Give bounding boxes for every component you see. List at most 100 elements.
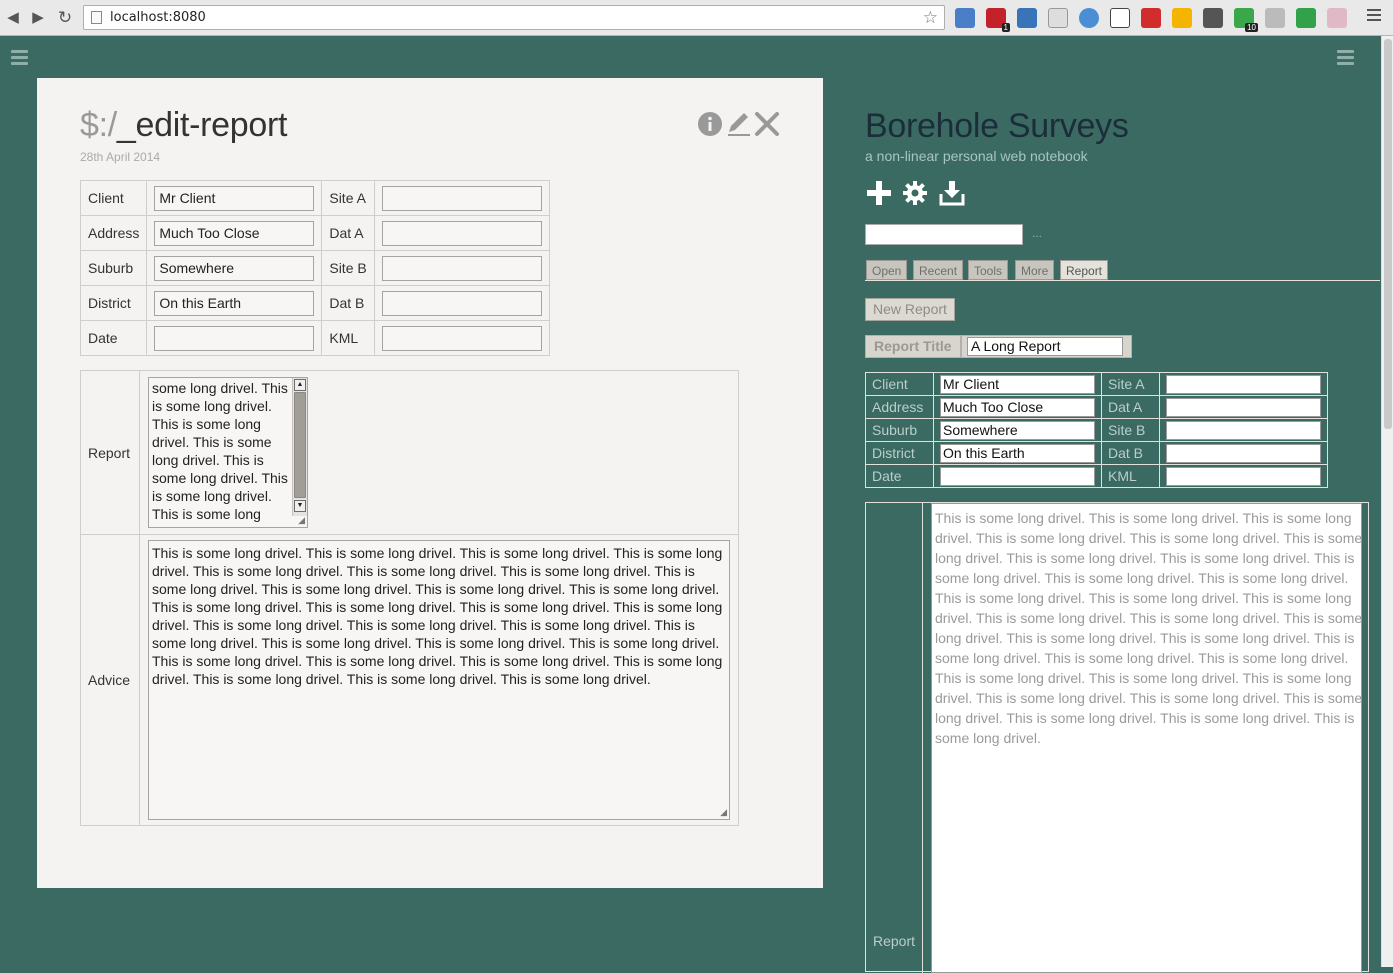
advice-text: This is some long drivel. This is some l…: [152, 545, 723, 687]
sidebar-report-text: This is some long drivel. This is some l…: [935, 510, 1363, 746]
translate-extension-icon[interactable]: [955, 8, 975, 28]
bookmark-star-icon[interactable]: ☆: [923, 6, 938, 29]
green-extension-icon[interactable]: [1296, 8, 1316, 28]
back-icon[interactable]: ◀: [2, 7, 24, 29]
advice-textarea[interactable]: This is some long drivel. This is some l…: [148, 540, 730, 820]
drive-extension-icon[interactable]: [1172, 8, 1192, 28]
client-field[interactable]: Mr Client: [154, 185, 315, 211]
tab-more[interactable]: More: [1015, 260, 1055, 280]
table-row: Address Much Too Close Dat A: [865, 395, 1328, 419]
new-report-button[interactable]: New Report: [865, 298, 955, 321]
pi-extension-icon[interactable]: [1110, 8, 1130, 28]
sidebar-menu-icon[interactable]: [1337, 50, 1354, 68]
resize-grip-icon[interactable]: ◢: [720, 807, 727, 818]
page-icon: [91, 11, 102, 24]
blue-x-extension-icon[interactable]: [1017, 8, 1037, 28]
tab-tools[interactable]: Tools: [968, 260, 1009, 280]
dat-a-field[interactable]: [1166, 397, 1321, 417]
browser-menu-icon[interactable]: [1367, 9, 1381, 24]
dat-a-label: Dat A: [1101, 395, 1160, 419]
eyedropper-extension-icon[interactable]: [1265, 8, 1285, 28]
table-row: Date KML: [865, 464, 1328, 488]
link-extension-icon[interactable]: [1203, 8, 1223, 28]
tab-open[interactable]: Open: [866, 260, 908, 280]
reload-icon[interactable]: ↻: [54, 7, 76, 29]
edit-report-tiddler: $:/_edit-report 28th April 2014 Client M…: [37, 78, 823, 888]
scroll-thumb[interactable]: [294, 392, 306, 498]
sidebar-report-label-cell: Report: [866, 503, 923, 973]
report-scrollbar[interactable]: ▲ ▼: [292, 378, 307, 516]
save-icon[interactable]: [939, 180, 965, 209]
extension-badge: 1: [1001, 23, 1010, 32]
tag-extension-icon[interactable]: [1048, 8, 1068, 28]
dat-b-field[interactable]: [1166, 443, 1321, 463]
kml-label: KML: [1101, 464, 1160, 488]
scroll-down-icon[interactable]: ▼: [294, 500, 306, 512]
table-row: Address Much Too Close Dat A: [79, 215, 550, 251]
table-row: District On this Earth Dat B: [79, 285, 550, 321]
resize-grip-icon[interactable]: ◢: [298, 515, 305, 526]
report-advice-table: Report some long drivel. This is some lo…: [80, 370, 739, 826]
table-row: Client Mr Client Site A: [79, 180, 550, 216]
dat-a-field[interactable]: [381, 220, 542, 246]
kml-label: KML: [321, 320, 375, 356]
tab-recent[interactable]: Recent: [913, 260, 964, 280]
search-more-button[interactable]: ...: [1032, 226, 1042, 240]
page-scroll-thumb[interactable]: [1384, 39, 1392, 429]
scroll-up-icon[interactable]: ▲: [294, 379, 306, 391]
pink-extension-icon[interactable]: [1327, 8, 1347, 28]
date-label: Date: [79, 320, 148, 356]
green-grid-extension-icon[interactable]: 10: [1234, 8, 1258, 32]
table-row: Date KML: [79, 320, 550, 356]
tab-divider: [865, 280, 1380, 281]
site-title: Borehole Surveys: [865, 107, 1129, 145]
page-scrollbar[interactable]: [1381, 36, 1393, 967]
forward-icon[interactable]: ▶: [27, 7, 49, 29]
diamond-extension-icon[interactable]: [1079, 8, 1099, 28]
date-field[interactable]: [154, 325, 315, 351]
search-input[interactable]: [865, 224, 1023, 245]
district-field[interactable]: On this Earth: [940, 443, 1095, 463]
report-title-label: Report Title: [865, 335, 961, 358]
suburb-field[interactable]: Somewhere: [154, 255, 315, 281]
browser-toolbar: ◀ ▶ ↻ localhost:8080 ☆ 1 10: [0, 0, 1393, 36]
tab-report[interactable]: Report: [1060, 260, 1109, 280]
edit-icon[interactable]: [726, 111, 752, 140]
address-field[interactable]: Much Too Close: [154, 220, 315, 246]
tiddler-title: $:/_edit-report: [80, 106, 288, 144]
sidebar-report-textarea[interactable]: This is some long drivel. This is some l…: [931, 503, 1362, 973]
report-title-field[interactable]: A Long Report: [967, 337, 1123, 356]
table-row: Advice This is some long drivel. This is…: [80, 534, 739, 826]
date-field[interactable]: [940, 466, 1095, 486]
new-tiddler-icon[interactable]: [866, 180, 892, 209]
table-row: Report some long drivel. This is some lo…: [80, 370, 739, 535]
control-panel-icon[interactable]: [902, 180, 928, 209]
suburb-label: Suburb: [865, 418, 934, 442]
client-field[interactable]: Mr Client: [940, 374, 1095, 394]
report-label: Report: [80, 370, 140, 535]
red-extension-icon[interactable]: 1: [986, 8, 1010, 32]
close-icon[interactable]: [754, 111, 780, 140]
site-a-field[interactable]: [381, 185, 542, 211]
suburb-field[interactable]: Somewhere: [940, 420, 1095, 440]
site-b-label: Site B: [1101, 418, 1160, 442]
dat-b-field[interactable]: [381, 290, 542, 316]
address-bar[interactable]: localhost:8080 ☆: [83, 5, 945, 30]
dat-b-label: Dat B: [1101, 441, 1160, 465]
report-title-cell: A Long Report: [961, 335, 1132, 358]
dat-b-label: Dat B: [321, 285, 375, 321]
sidebar-report-label: Report: [873, 933, 916, 949]
story-menu-icon[interactable]: [11, 50, 28, 68]
address-field[interactable]: Much Too Close: [940, 397, 1095, 417]
site-a-field[interactable]: [1166, 374, 1321, 394]
info-icon[interactable]: [697, 111, 723, 140]
c-extension-icon[interactable]: [1141, 8, 1161, 28]
extension-badge: 10: [1245, 23, 1258, 32]
kml-field[interactable]: [1166, 466, 1321, 486]
district-field[interactable]: On this Earth: [154, 290, 315, 316]
report-textarea[interactable]: some long drivel. This is some long driv…: [148, 377, 308, 528]
site-b-field[interactable]: [381, 255, 542, 281]
kml-field[interactable]: [381, 325, 542, 351]
site-b-label: Site B: [321, 250, 375, 286]
site-b-field[interactable]: [1166, 420, 1321, 440]
